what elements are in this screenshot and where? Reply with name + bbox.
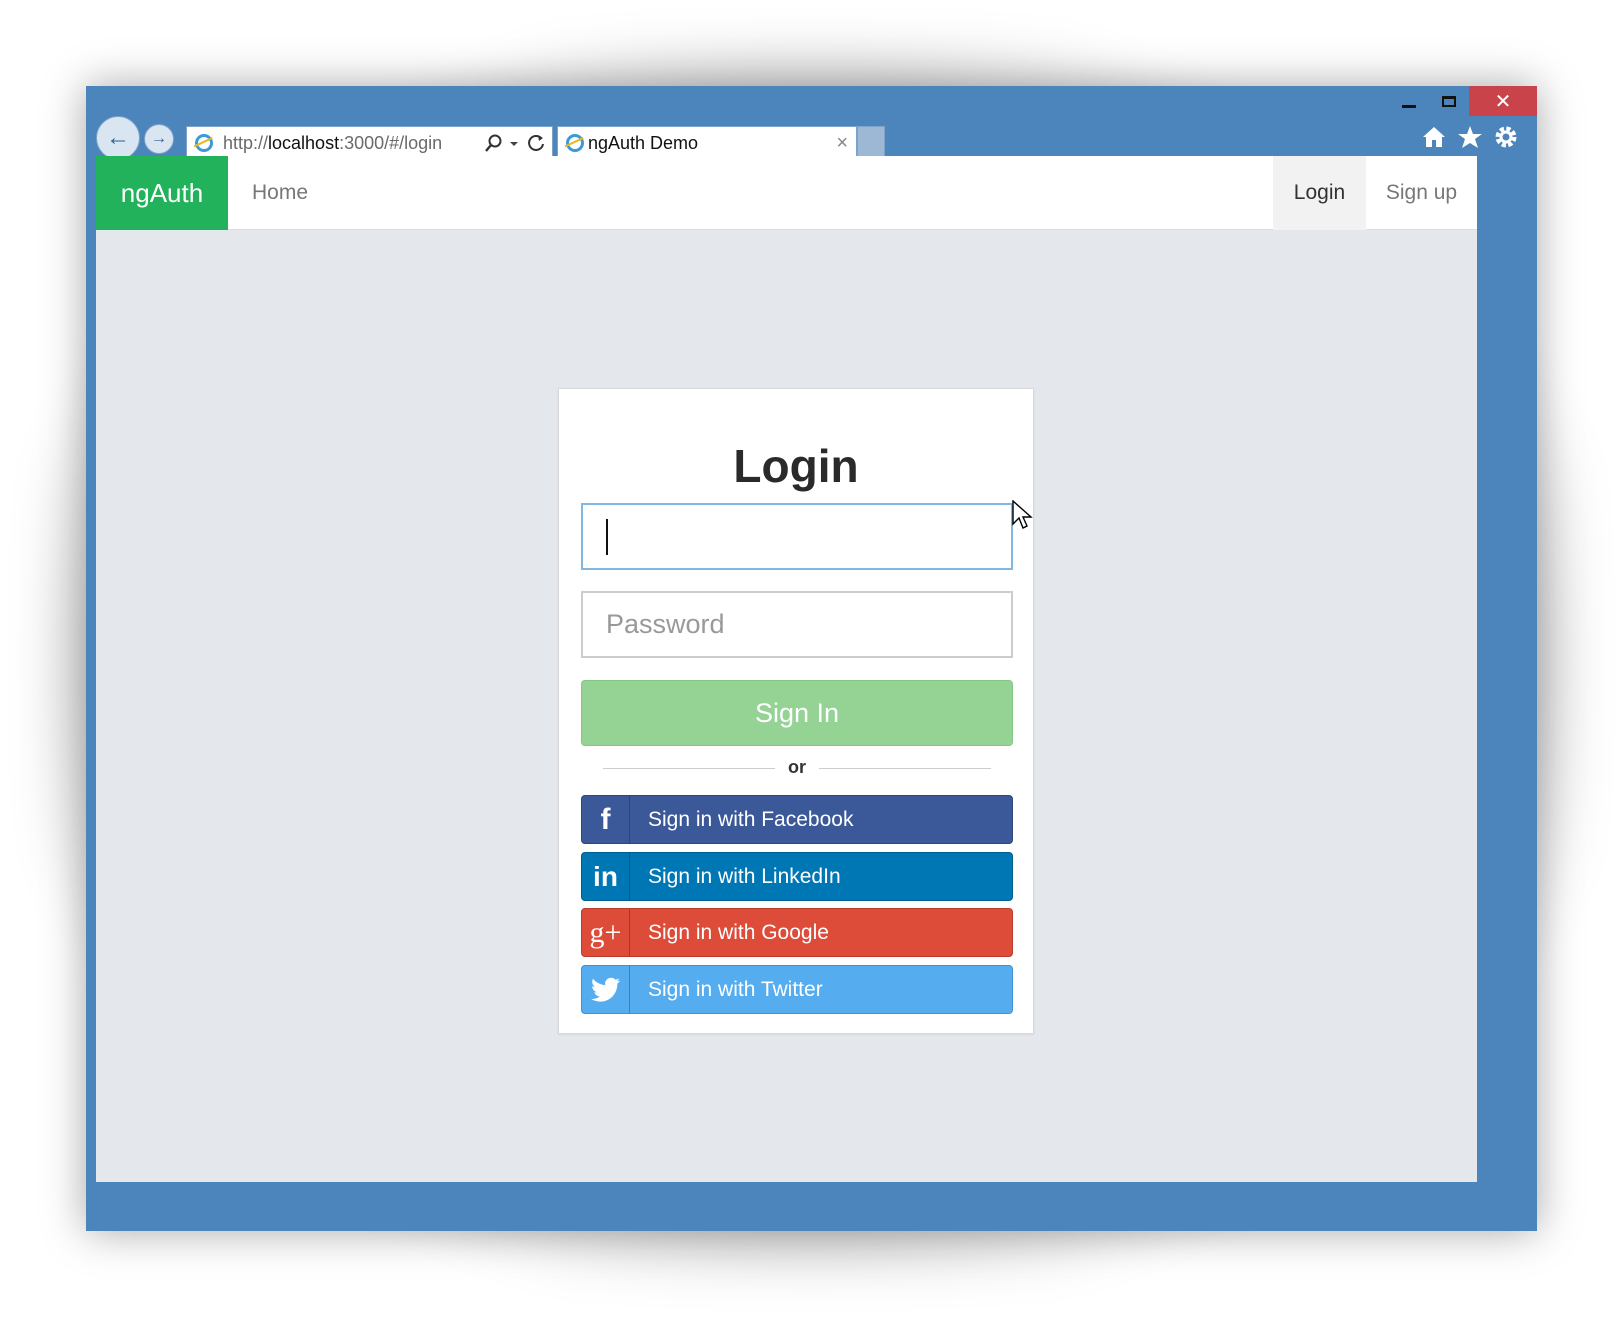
nav-home-link[interactable]: Home [246, 156, 314, 230]
google-signin-label: Sign in with Google [648, 920, 829, 944]
forward-arrow-icon: → [151, 130, 167, 147]
settings-gear-icon[interactable] [1493, 124, 1519, 150]
address-bar[interactable]: http://localhost:3000/#/login [186, 126, 553, 160]
refresh-icon[interactable] [526, 133, 546, 153]
home-icon[interactable] [1421, 124, 1447, 150]
brand-logo[interactable]: ngAuth [96, 156, 228, 230]
linkedin-signin-button[interactable]: in Sign in with LinkedIn [581, 852, 1013, 901]
dropdown-arrow-icon[interactable] [508, 133, 520, 153]
browser-toolbar-icons [1421, 124, 1519, 150]
tab-close-icon[interactable]: × [836, 132, 848, 155]
page-viewport: ngAuth Home Login Sign up Login Password… [96, 156, 1477, 1182]
facebook-signin-label: Sign in with Facebook [648, 807, 854, 831]
window-controls: ✕ [1389, 86, 1537, 116]
login-card: Login Password Sign In or f Sign in with… [558, 388, 1034, 1034]
nav-signup-link[interactable]: Sign up [1366, 156, 1477, 230]
new-tab-button[interactable] [857, 126, 885, 160]
google-signin-button[interactable]: g+ Sign in with Google [581, 908, 1013, 957]
tab-title: ngAuth Demo [588, 132, 699, 153]
or-divider: or [603, 754, 991, 784]
twitter-icon [582, 966, 630, 1013]
divider-line-right [819, 768, 991, 769]
linkedin-icon: in [582, 853, 630, 900]
back-button[interactable]: ← [96, 116, 140, 160]
password-input[interactable]: Password [581, 591, 1013, 658]
forward-button[interactable]: → [144, 124, 174, 154]
minimize-icon [1402, 104, 1416, 108]
browser-window: ✕ ← → http://localhost:3000/#/login ngAu… [86, 86, 1537, 1231]
back-arrow-icon: ← [106, 124, 130, 151]
window-close-button[interactable]: ✕ [1469, 86, 1537, 116]
facebook-signin-button[interactable]: f Sign in with Facebook [581, 795, 1013, 844]
tab-ie-favicon-icon [566, 134, 584, 152]
twitter-signin-button[interactable]: Sign in with Twitter [581, 965, 1013, 1014]
browser-tab[interactable]: ngAuth Demo × [557, 126, 857, 160]
facebook-icon: f [582, 796, 630, 843]
linkedin-signin-label: Sign in with LinkedIn [648, 864, 841, 888]
minimize-button[interactable] [1389, 86, 1429, 116]
maximize-button[interactable] [1429, 86, 1469, 116]
nav-login-link[interactable]: Login [1273, 156, 1366, 230]
google-plus-icon: g+ [582, 909, 630, 956]
close-icon: ✕ [1494, 90, 1512, 113]
favorites-star-icon[interactable] [1457, 124, 1483, 150]
url-host: localhost [268, 132, 340, 153]
maximize-icon [1442, 95, 1456, 107]
address-url[interactable]: http://localhost:3000/#/login [217, 133, 484, 154]
username-input[interactable] [581, 503, 1013, 570]
url-scheme: http:// [223, 132, 269, 153]
text-caret [606, 518, 608, 555]
mouse-cursor-icon [1012, 500, 1033, 529]
login-title: Login [733, 440, 859, 492]
app-navbar: ngAuth Home Login Sign up [96, 156, 1477, 230]
sign-in-button[interactable]: Sign In [581, 680, 1013, 746]
ie-favicon-icon [195, 134, 213, 152]
search-icon[interactable] [484, 133, 504, 153]
url-path: :3000/#/login [339, 132, 443, 153]
twitter-signin-label: Sign in with Twitter [648, 977, 823, 1001]
password-placeholder: Password [606, 609, 725, 639]
